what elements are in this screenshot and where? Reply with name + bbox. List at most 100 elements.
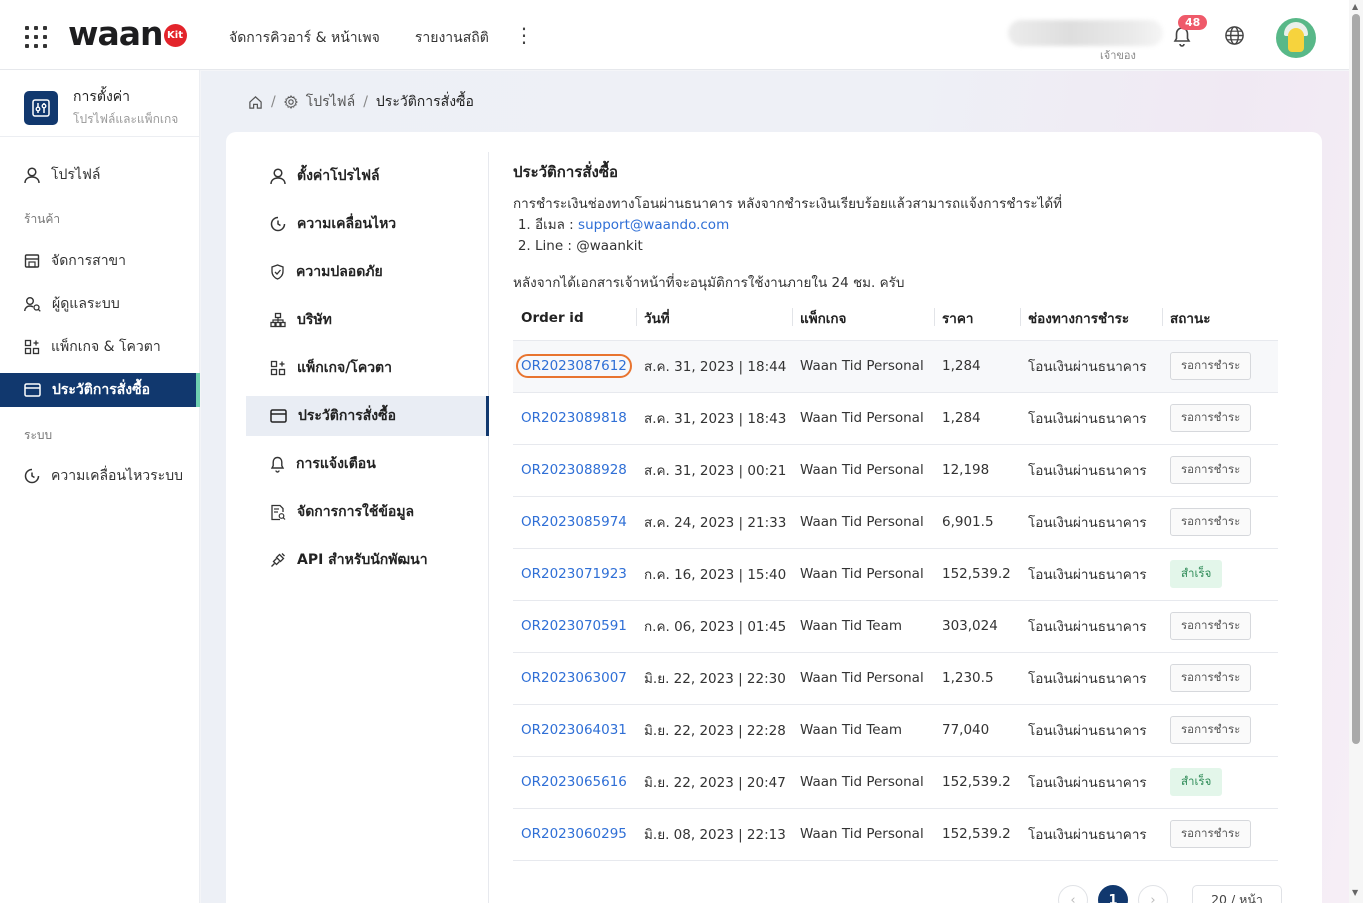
order-id-link[interactable]: OR2023065616	[521, 774, 627, 790]
order-price-cell: 1,284	[934, 340, 1020, 393]
subnav-packages[interactable]: แพ็กเกจ/โควตา	[246, 348, 489, 388]
apps-grid-icon[interactable]	[25, 26, 47, 48]
subnav-order-history[interactable]: ประวัติการสั่งซื้อ	[246, 396, 489, 436]
order-id-link[interactable]: OR2023085974	[521, 514, 627, 530]
next-page-button[interactable]: ›	[1138, 885, 1168, 903]
language-globe-icon[interactable]	[1224, 25, 1245, 50]
sidebar-item-admins[interactable]: ผู้ดูแลระบบ	[0, 287, 200, 321]
waankit-logo[interactable]: waan Kit	[68, 14, 187, 53]
order-date-cell: มิ.ย. 08, 2023 | 22:13	[636, 808, 792, 861]
page-size-select[interactable]: 20 / หน้า	[1192, 885, 1282, 903]
order-status-cell: สำเร็จ	[1162, 548, 1278, 601]
order-package-cell: Waan Tid Personal	[792, 548, 934, 601]
history-clock-icon	[270, 216, 286, 232]
order-status-cell: รอการชำระ	[1162, 808, 1278, 861]
shield-check-icon	[271, 264, 284, 280]
contact-list: อีเมล : support@waando.com Line : @waank…	[535, 215, 1293, 257]
prev-page-button[interactable]: ‹	[1058, 885, 1088, 903]
order-price-cell: 77,040	[934, 704, 1020, 757]
page-1-button[interactable]: 1	[1098, 885, 1128, 903]
status-badge: รอการชำระ	[1170, 404, 1252, 432]
nav-statistics[interactable]: รายงานสถิติ	[415, 27, 489, 49]
order-id-link[interactable]: OR2023063007	[521, 670, 627, 686]
sidebar-section-system: ระบบ	[24, 428, 53, 442]
nav-qr-pages[interactable]: จัดการคิวอาร์ & หน้าเพจ	[229, 27, 380, 49]
user-icon	[24, 166, 40, 183]
contact-line-item: Line : @waankit	[535, 236, 1293, 257]
orders-table: Order id วันที่ แพ็กเกจ ราคา ช่องทางการช…	[513, 296, 1278, 861]
order-method-cell: โอนเงินผ่านธนาคาร	[1020, 600, 1162, 653]
page-scrollbar[interactable]: ▲ ▼	[1349, 0, 1363, 903]
table-row: OR2023070591 ก.ค. 06, 2023 | 01:45 Waan Ti…	[513, 600, 1278, 653]
sidebar-item-system-activity[interactable]: ความเคลื่อนไหวระบบ	[0, 459, 200, 493]
subnav-data-usage[interactable]: จัดการการใช้ข้อมูล	[246, 492, 489, 532]
order-status-cell: รอการชำระ	[1162, 392, 1278, 445]
sidebar-item-profile[interactable]: โปรไฟล์	[0, 158, 200, 192]
subnav-notifications[interactable]: การแจ้งเตือน	[246, 444, 489, 484]
order-price-cell: 1,284	[934, 392, 1020, 445]
subnav-profile-settings[interactable]: ตั้งค่าโปรไฟล์	[246, 156, 489, 196]
subnav-label: ประวัติการสั่งซื้อ	[298, 408, 397, 424]
table-row: OR2023085974 ส.ค. 24, 2023 | 21:33 Waan Ti…	[513, 496, 1278, 549]
breadcrumb: / โปรไฟล์ / ประวัติการสั่งซื้อ	[248, 91, 474, 113]
order-id-cell: OR2023089818	[513, 392, 636, 445]
settings-subtitle: โปรไฟล์และแพ็กเกจ	[73, 112, 179, 126]
settings-title: การตั้งค่า	[73, 89, 131, 105]
sidebar-item-label: ความเคลื่อนไหวระบบ	[51, 468, 183, 484]
order-package-cell: Waan Tid Personal	[792, 340, 934, 393]
order-date-cell: ส.ค. 31, 2023 | 18:43	[636, 392, 792, 445]
sidebar-item-branches[interactable]: จัดการสาขา	[0, 244, 200, 278]
order-method-cell: โอนเงินผ่านธนาคาร	[1020, 444, 1162, 497]
support-email-link[interactable]: support@waando.com	[578, 217, 729, 233]
order-method-cell: โอนเงินผ่านธนาคาร	[1020, 340, 1162, 393]
order-package-cell: Waan Tid Personal	[792, 756, 934, 809]
order-package-cell: Waan Tid Personal	[792, 444, 934, 497]
sidebar-item-label: จัดการสาขา	[51, 253, 126, 269]
breadcrumb-current: ประวัติการสั่งซื้อ	[375, 94, 474, 110]
order-id-link[interactable]: OR2023087612	[516, 354, 632, 378]
order-id-link[interactable]: OR2023064031	[521, 722, 627, 738]
subnav-company[interactable]: บริษัท	[246, 300, 489, 340]
order-status-cell: รอการชำระ	[1162, 444, 1278, 497]
col-header-date: วันที่	[636, 296, 792, 341]
order-package-cell: Waan Tid Personal	[792, 392, 934, 445]
grid-package-icon	[24, 339, 40, 355]
order-date-cell: ก.ค. 06, 2023 | 01:45	[636, 600, 792, 653]
subnav-security[interactable]: ความปลอดภัย	[246, 252, 489, 292]
settings-sliders-icon	[24, 90, 58, 125]
order-package-cell: Waan Tid Team	[792, 704, 934, 757]
settings-sidebar: การตั้งค่า โปรไฟล์และแพ็กเกจ โปรไฟล์ ร้า…	[0, 70, 200, 903]
order-status-cell: รอการชำระ	[1162, 704, 1278, 757]
subnav-activity[interactable]: ความเคลื่อนไหว	[246, 204, 489, 244]
scroll-thumb[interactable]	[1352, 14, 1360, 744]
contact-email-label: อีเมล :	[535, 217, 579, 233]
table-row: OR2023064031 มิ.ย. 22, 2023 | 22:28 Waan T…	[513, 704, 1278, 757]
user-icon	[270, 167, 286, 184]
order-id-cell: OR2023060295	[513, 808, 636, 861]
col-header-package: แพ็กเกจ	[792, 296, 934, 341]
subnav-label: จัดการการใช้ข้อมูล	[297, 504, 415, 520]
scroll-down-arrow-icon[interactable]: ▼	[1352, 888, 1358, 897]
order-id-link[interactable]: OR2023089818	[521, 410, 627, 426]
breadcrumb-profile[interactable]: โปรไฟล์	[306, 91, 355, 113]
status-badge: สำเร็จ	[1170, 560, 1223, 588]
sidebar-item-order-history[interactable]: ประวัติการสั่งซื้อ	[0, 373, 200, 407]
order-id-link[interactable]: OR2023071923	[521, 566, 627, 582]
user-name-blurred[interactable]	[1008, 20, 1163, 46]
sidebar-item-packages[interactable]: แพ็กเกจ & โควตา	[0, 330, 200, 364]
profile-sub-nav: ตั้งค่าโปรไฟล์ ความเคลื่อนไหว ความปลอดภั…	[246, 152, 489, 903]
order-id-cell: OR2023064031	[513, 704, 636, 757]
order-package-cell: Waan Tid Personal	[792, 496, 934, 549]
logo-badge: Kit	[163, 24, 187, 47]
subnav-label: การแจ้งเตือน	[296, 456, 376, 472]
user-avatar[interactable]	[1276, 18, 1316, 58]
order-id-link[interactable]: OR2023070591	[521, 618, 627, 634]
order-id-link[interactable]: OR2023088928	[521, 462, 627, 478]
home-icon[interactable]	[248, 95, 263, 110]
scroll-up-arrow-icon[interactable]: ▲	[1352, 2, 1358, 11]
subnav-api[interactable]: API สำหรับนักพัฒนา	[246, 540, 489, 580]
status-badge: รอการชำระ	[1170, 352, 1252, 380]
more-menu-icon[interactable]: ⋮	[514, 25, 534, 45]
table-row: OR2023089818 ส.ค. 31, 2023 | 18:43 Waan Ti…	[513, 392, 1278, 445]
order-id-link[interactable]: OR2023060295	[521, 826, 627, 842]
